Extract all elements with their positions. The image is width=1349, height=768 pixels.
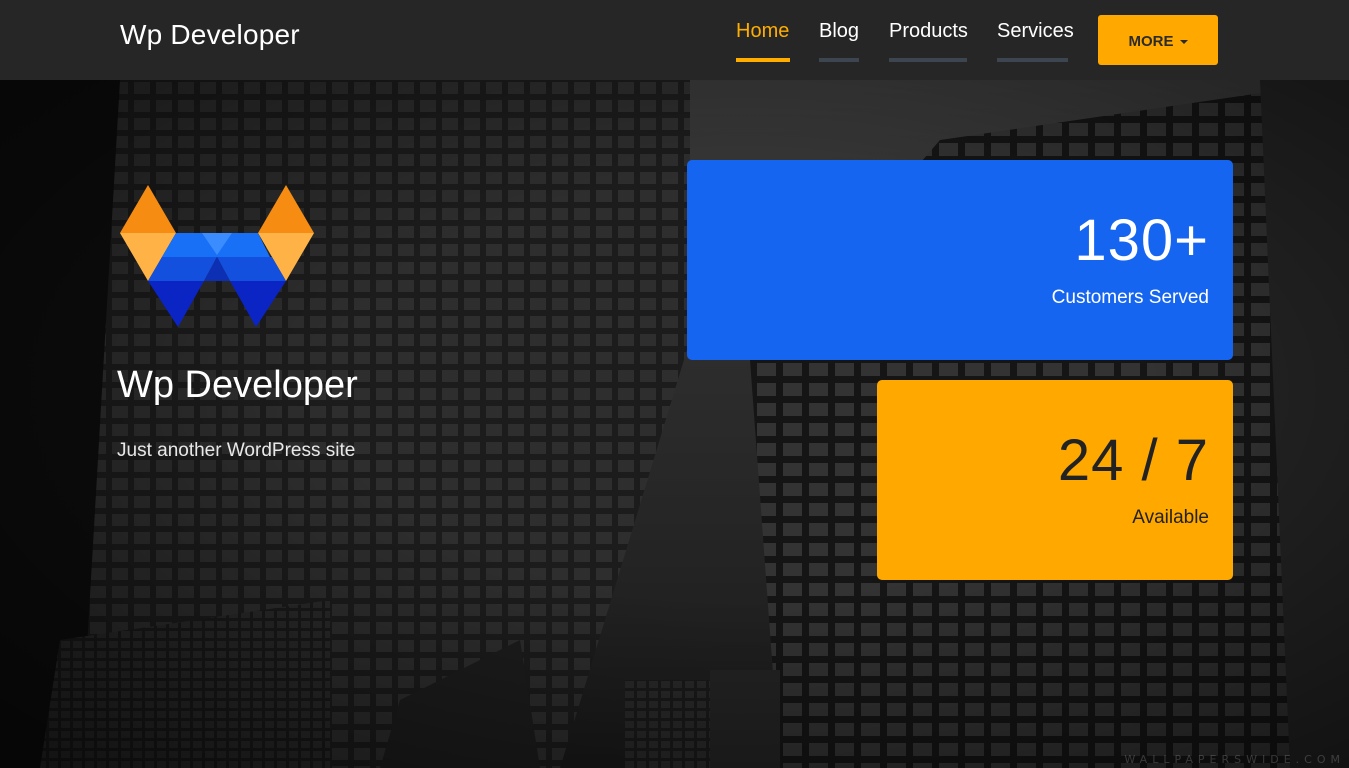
- more-dropdown-button[interactable]: MORE: [1098, 15, 1218, 65]
- brand-link[interactable]: Wp Developer: [120, 19, 300, 51]
- caret-down-icon: [1179, 39, 1188, 44]
- site-tagline: Just another WordPress site: [117, 440, 356, 461]
- wallpaper-watermark: WALLPAPERSWIDE.COM: [1124, 753, 1345, 766]
- nav-link-services[interactable]: Services: [997, 18, 1074, 62]
- hero-section: Wp Developer Just another WordPress site…: [0, 0, 1349, 768]
- nav-link-home[interactable]: Home: [736, 18, 790, 62]
- top-navbar: Wp Developer Home Blog Products Services…: [0, 0, 1349, 80]
- stat-value: 24 / 7: [1057, 428, 1209, 493]
- page: Wp Developer Home Blog Products Services…: [0, 0, 1349, 768]
- stat-value: 130+: [1074, 208, 1209, 273]
- stat-card-customers: 130+ Customers Served: [687, 160, 1233, 360]
- stat-label: Customers Served: [1051, 287, 1209, 308]
- site-title: Wp Developer: [117, 364, 358, 406]
- wp-developer-logo-icon: [120, 185, 314, 327]
- nav-link-products[interactable]: Products: [889, 18, 968, 62]
- more-button-label: MORE: [1128, 32, 1174, 50]
- nav-link-blog[interactable]: Blog: [819, 18, 859, 62]
- stat-label: Available: [1132, 507, 1209, 528]
- stat-card-availability: 24 / 7 Available: [877, 380, 1233, 580]
